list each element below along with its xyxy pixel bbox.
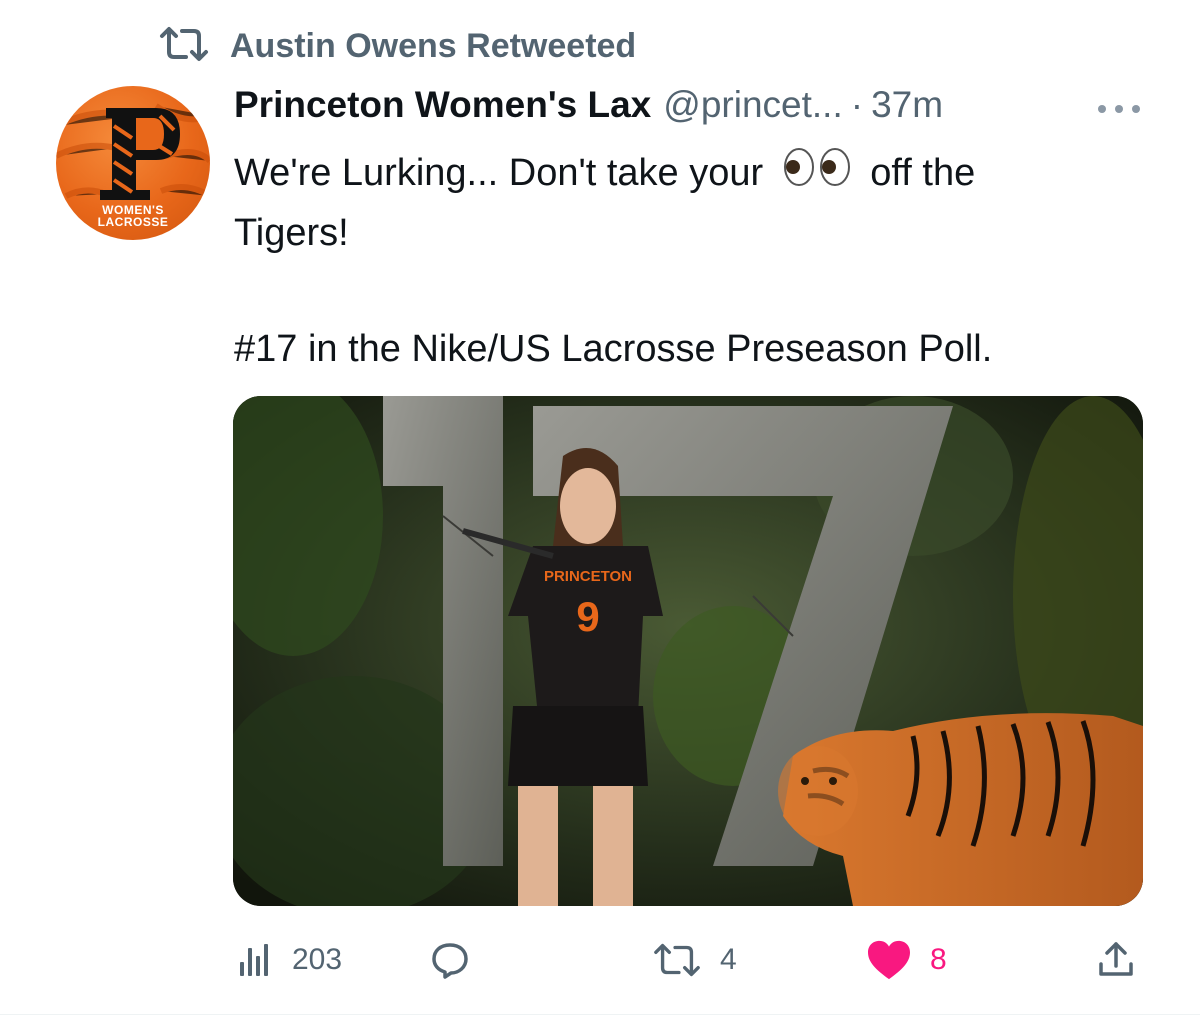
heart-icon	[868, 940, 910, 980]
views-button[interactable]: 203	[234, 930, 342, 990]
tweet-time[interactable]: 37m	[871, 84, 943, 126]
tweet-text: We're Lurking... Don't take your off the…	[234, 144, 1154, 378]
views-count: 203	[292, 943, 343, 976]
reply-icon	[432, 943, 468, 979]
tweet-text-line3: #17 in the Nike/US Lacrosse Preseason Po…	[234, 327, 993, 370]
retweet-icon	[158, 26, 210, 67]
more-options-icon[interactable]	[1098, 94, 1140, 124]
retweet-banner[interactable]: Austin Owens Retweeted	[158, 22, 636, 70]
retweet-banner-text: Austin Owens Retweeted	[230, 26, 637, 65]
avatar-caption: WOMEN'S LACROSSE	[97, 203, 169, 229]
author-name[interactable]: Princeton Women's Lax	[234, 84, 651, 126]
tweet-text-line1a: We're Lurking... Don't take your	[234, 152, 764, 194]
tweet-media-image[interactable]: PRINCETON 9	[233, 396, 1143, 906]
reply-button[interactable]	[430, 930, 488, 990]
svg-text:PRINCETON: PRINCETON	[544, 568, 632, 585]
separator-dot: ·	[850, 84, 864, 125]
author-handle[interactable]: @princet...	[663, 84, 842, 126]
like-button[interactable]: 8	[866, 930, 947, 990]
eyes-emoji-icon	[782, 146, 852, 204]
tweet-actions: 203 4 8	[234, 930, 1144, 990]
author-avatar[interactable]: WOMEN'S LACROSSE	[56, 86, 210, 240]
tweet-text-line2: Tigers!	[234, 211, 349, 254]
share-icon	[1099, 942, 1133, 976]
views-icon	[240, 944, 268, 976]
tweet-text-line1b: off the	[870, 152, 976, 194]
like-count: 8	[930, 943, 947, 976]
retweet-button[interactable]: 4	[652, 930, 737, 990]
tweet-header: Princeton Women's Lax @princet... · 37m	[234, 84, 943, 134]
share-button[interactable]	[1096, 930, 1136, 990]
retweet-action-icon	[654, 943, 700, 977]
retweet-count: 4	[720, 943, 737, 976]
svg-text:9: 9	[576, 593, 599, 640]
divider	[0, 1014, 1200, 1015]
